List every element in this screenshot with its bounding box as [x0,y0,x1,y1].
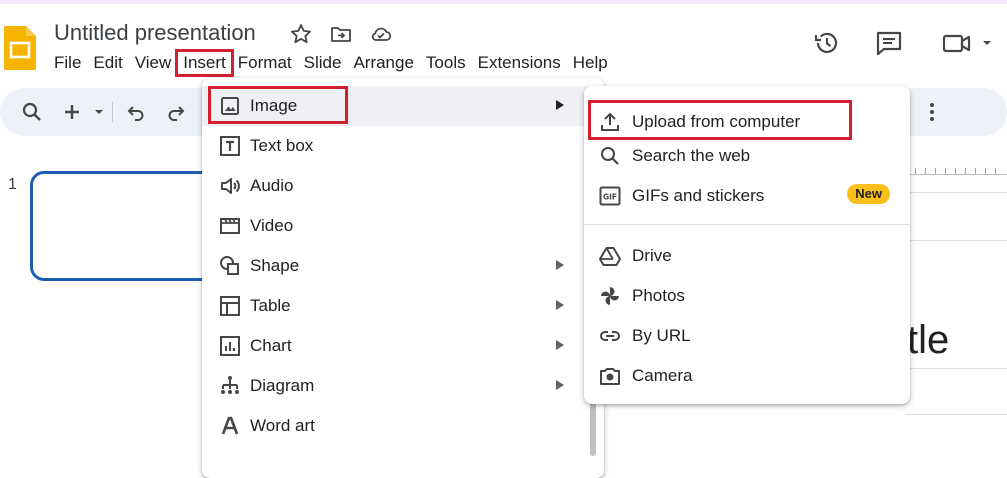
text-box-icon [220,136,240,156]
svg-text:GIF: GIF [603,193,617,202]
subtitle-placeholder-border [905,414,1007,415]
diagram-icon [221,376,239,394]
slide-edge-line [905,192,1007,193]
document-title[interactable]: Untitled presentation [54,20,256,46]
menu-item-label: Video [250,216,294,235]
menu-item-table[interactable]: Table [202,286,590,326]
submenu-item-camera[interactable]: Camera [584,356,910,396]
move-to-folder-icon[interactable] [329,22,353,46]
menu-view[interactable]: View [129,51,178,75]
version-history-icon[interactable] [812,28,842,58]
submenu-item-label: Search the web [632,146,751,165]
menu-item-label: Word art [250,416,315,435]
menu-item-label: Shape [250,256,300,275]
submenu-item-upload-from-computer[interactable]: Upload from computer [584,94,910,140]
submenu-item-label: Camera [632,366,693,385]
table-icon [220,296,240,316]
menu-item-label: Chart [250,336,292,355]
menu-extensions[interactable]: Extensions [472,51,567,75]
menu-item-label: Text box [250,136,314,155]
new-badge: New [847,184,890,204]
menu-item-label: Diagram [250,376,315,395]
link-icon [600,331,620,341]
comments-icon[interactable] [874,28,904,58]
submenu-item-label: Drive [632,246,672,265]
placeholder-border-top [905,240,1007,241]
submenu-item-label: Photos [632,286,685,305]
star-icon[interactable] [289,22,313,46]
menu-bar: File Edit View Insert Format Slide Arran… [48,49,614,77]
menu-insert[interactable]: Insert [175,49,234,77]
submenu-divider [584,224,910,225]
placeholder-border-bottom [905,368,1007,369]
menu-item-shape[interactable]: Shape [202,246,590,286]
chart-icon [220,336,240,356]
menu-item-video[interactable]: Video [202,206,590,246]
submenu-item-label: Upload from computer [632,112,801,131]
new-slide-icon[interactable] [60,100,108,124]
redo-icon[interactable] [164,100,188,124]
gif-icon: GIF [599,186,621,206]
top-accent-line [0,0,1007,4]
video-icon [220,218,240,234]
drive-icon [599,247,621,266]
menu-item-text-box[interactable]: Text box [202,126,590,166]
toolbar-separator [112,102,113,122]
menu-arrange[interactable]: Arrange [347,51,419,75]
menu-item-word-art[interactable]: Word art [202,406,590,446]
image-icon [221,97,239,115]
insert-menu: Image Text box Audio Video Shape Table C… [202,78,604,478]
menu-item-diagram[interactable]: Diagram [202,366,590,406]
meet-camera-icon[interactable] [940,28,996,58]
photos-icon [601,287,619,305]
submenu-arrow-icon [556,100,564,110]
submenu-item-search-the-web[interactable]: Search the web [584,134,910,174]
menu-tools[interactable]: Tools [420,51,472,75]
menu-item-audio[interactable]: Audio [202,166,590,206]
submenu-item-drive[interactable]: Drive [584,236,910,276]
menu-format[interactable]: Format [232,51,298,75]
horizontal-ruler [905,160,1007,175]
menu-edit[interactable]: Edit [87,51,128,75]
upload-icon [601,112,619,131]
submenu-arrow-icon [556,260,564,270]
camera-icon [600,368,620,385]
undo-icon[interactable] [124,100,148,124]
submenu-arrow-icon [556,300,564,310]
menu-slide[interactable]: Slide [298,51,348,75]
menu-item-chart[interactable]: Chart [202,326,590,366]
submenu-item-label: GIFs and stickers [632,186,765,205]
menu-help[interactable]: Help [567,51,614,75]
submenu-item-photos[interactable]: Photos [584,276,910,316]
slide-thumbnail[interactable] [30,171,230,281]
menu-item-label: Audio [250,176,294,195]
more-options-icon[interactable] [920,100,944,124]
submenu-arrow-icon [556,340,564,350]
submenu-item-by-url[interactable]: By URL [584,316,910,356]
cloud-saved-icon[interactable] [369,22,393,46]
slide-number: 1 [8,176,17,193]
slide-title-placeholder[interactable]: tle [907,318,949,363]
search-icon [601,147,619,165]
submenu-item-gifs-and-stickers[interactable]: GIF GIFs and stickers New [584,174,910,214]
menu-item-label: Table [250,296,291,315]
menu-item-image[interactable]: Image [202,86,590,126]
submenu-item-label: By URL [632,326,691,345]
google-slides-logo-icon[interactable] [4,26,36,70]
word-art-icon [221,416,239,435]
audio-icon [221,178,240,194]
submenu-arrow-icon [556,380,564,390]
search-menus-icon[interactable] [20,100,44,124]
menu-item-label: Image [250,96,298,115]
menu-file[interactable]: File [48,51,87,75]
shape-icon [220,256,239,275]
image-submenu: Upload from computer Search the web GIF … [584,86,910,404]
